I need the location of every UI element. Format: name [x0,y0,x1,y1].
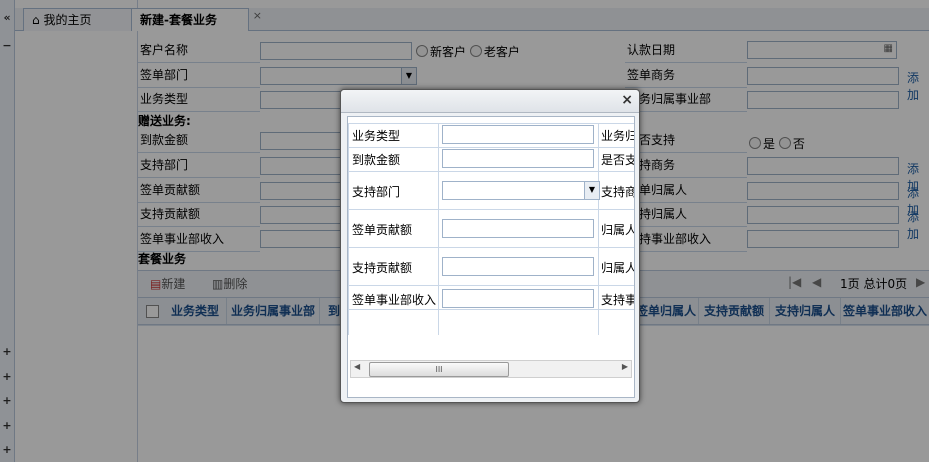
dialog-body: 业务类型 业务归 到款金额 是否支 支持部门 ▼ 支持商 签单贡献额 归属人 支… [347,116,635,398]
dialog-right-label: 归属人 [601,223,635,237]
popup-dialog: × 业务类型 业务归 到款金额 是否支 支持部门 ▼ 支持商 签单贡献额 归属人… [340,89,640,403]
dialog-right-label: 归属人 [601,261,635,275]
dialog-label: 业务类型 [352,129,401,143]
scroll-left-icon[interactable]: ◀ [354,362,360,371]
dialog-sign-unit-income-input[interactable] [442,289,594,308]
dialog-label: 支持贡献额 [352,261,413,275]
dialog-right-label: 支持商 [601,185,635,199]
dialog-right-label: 是否支 [601,153,635,167]
dialog-label: 签单事业部收入 [352,293,437,307]
dialog-arrival-amount-input[interactable] [442,149,594,168]
dialog-label: 支持部门 [352,185,401,199]
dialog-sign-contrib-input[interactable] [442,219,594,238]
dialog-support-contrib-input[interactable] [442,257,594,276]
dialog-label: 到款金额 [352,153,401,167]
dialog-support-dept-select[interactable]: ▼ [442,181,600,200]
dialog-business-type-input[interactable] [442,125,594,144]
close-icon[interactable]: × [621,92,633,108]
dialog-right-label: 支持事 [601,293,635,307]
dialog-right-label: 业务归 [601,129,635,143]
horizontal-scrollbar[interactable]: ◀ III ▶ [350,360,632,378]
chevron-down-icon[interactable]: ▼ [584,182,599,199]
scroll-right-icon[interactable]: ▶ [622,362,628,371]
dialog-label: 签单贡献额 [352,223,413,237]
scrollbar-thumb[interactable]: III [369,362,509,377]
dialog-titlebar[interactable]: × [341,90,639,113]
